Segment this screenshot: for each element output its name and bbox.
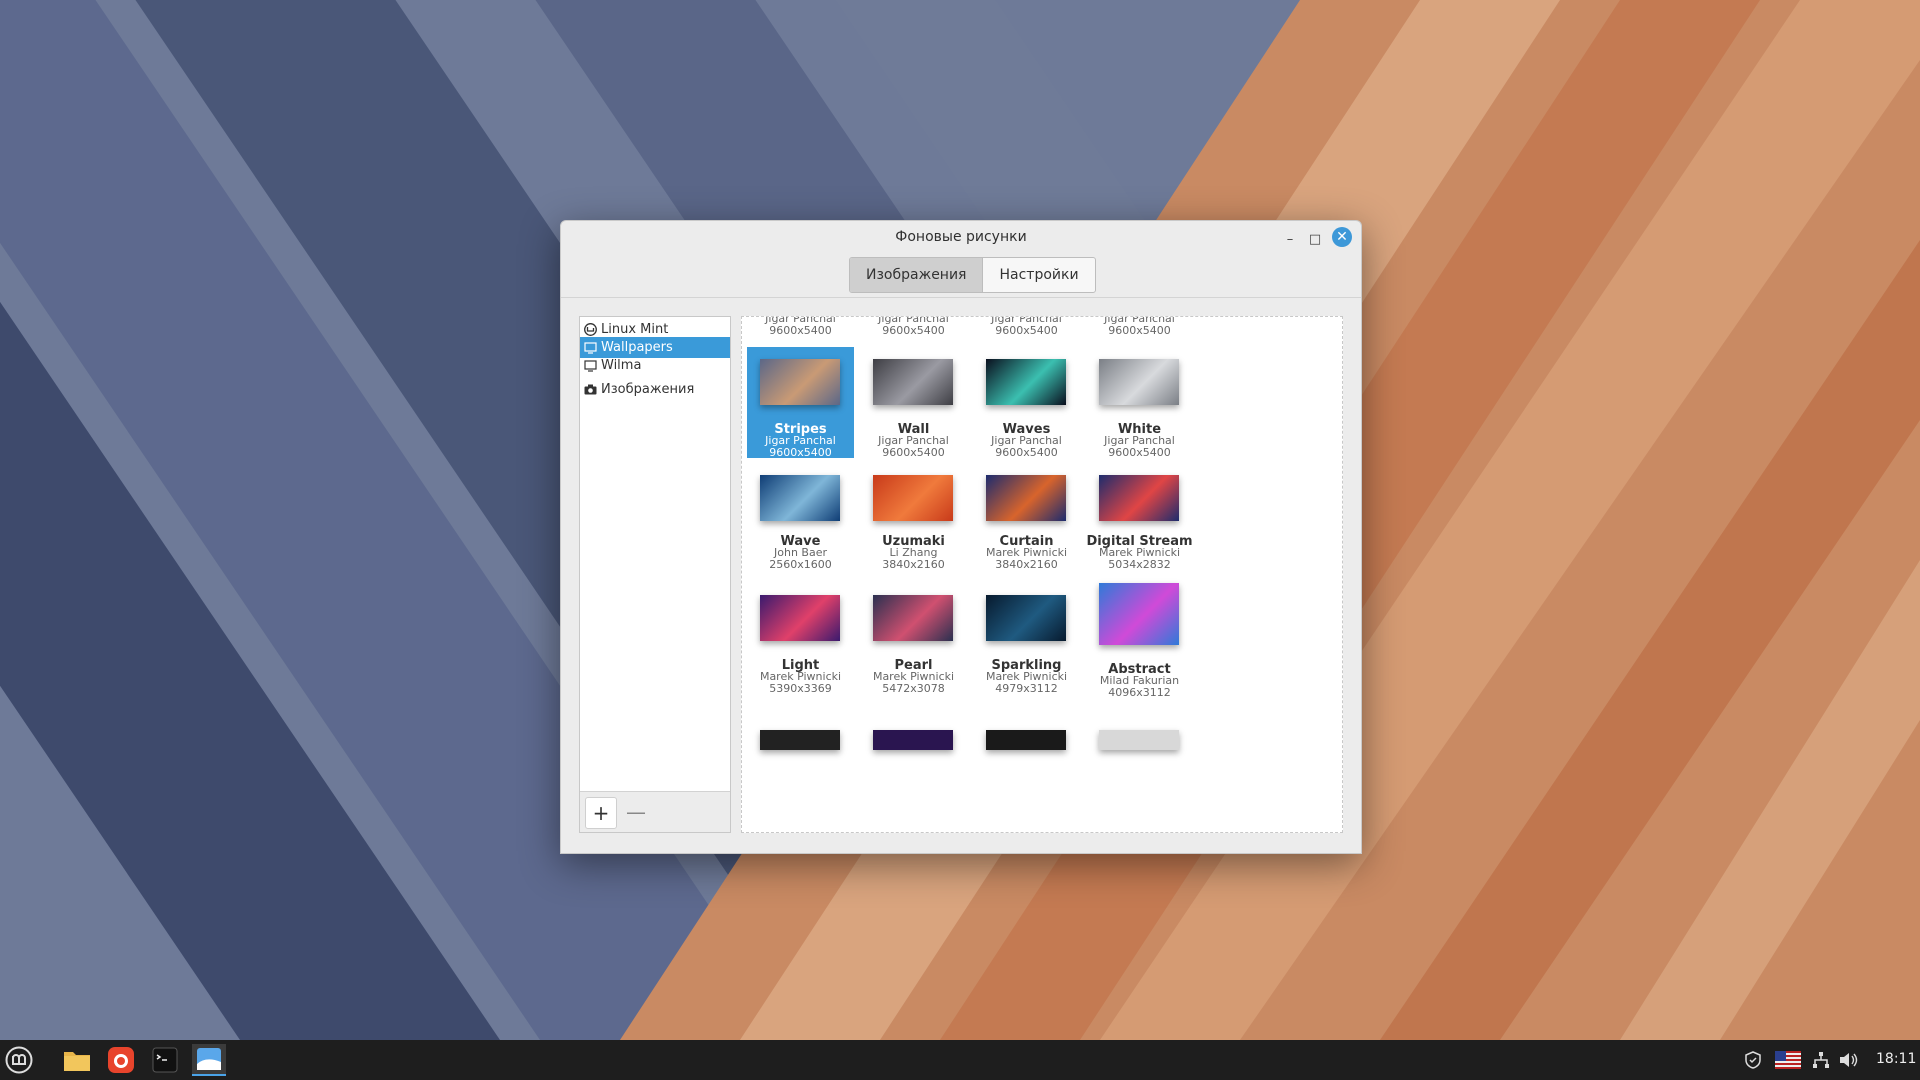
wallpaper-thumbnail [760,595,840,641]
add-folder-button[interactable]: + [585,797,617,829]
mint-logo-icon [583,323,597,337]
menu-icon[interactable] [2,1044,36,1076]
files-icon[interactable] [60,1044,94,1076]
window-title: Фоновые рисунки [895,229,1027,245]
sidebar-item-images[interactable]: Изображения [580,379,730,400]
us-flag-icon[interactable] [1775,1040,1801,1080]
wallpaper-thumbnail [873,475,953,521]
wallpaper-resolution: 3840x2160 [995,558,1058,571]
monitor-icon [583,341,597,355]
wallpaper-resolution: 4979x3112 [995,682,1058,695]
wallpaper-tile[interactable]: Sparkling Marek Piwnicki 4979x3112 [973,583,1080,695]
wallpaper-tile[interactable]: Stripes Jigar Panchal 9600x5400 [747,347,854,459]
monitor-icon [583,359,597,373]
wallpaper-thumbnail [873,359,953,405]
titlebar[interactable]: Фоновые рисунки – □ ✕ [561,221,1361,257]
close-button[interactable]: ✕ [1332,227,1352,247]
taskbar: 18:11 [0,1040,1920,1080]
wallpaper-thumbnail[interactable] [986,730,1066,750]
wallpaper-window: Фоновые рисунки – □ ✕ Изображения Настро… [560,220,1362,854]
tile-resolution: 9600x5400 [882,324,945,337]
tile-resolution: 9600x5400 [769,324,832,337]
wallpaper-thumbnail[interactable] [760,730,840,750]
tile-resolution: 9600x5400 [995,324,1058,337]
wallpaper-resolution: 9600x5400 [769,446,832,459]
camera-icon [583,383,597,397]
wallpaper-thumbnail [986,475,1066,521]
sidebar-item-label: Wilma [601,358,642,373]
wallpaper-resolution: 3840x2160 [882,558,945,571]
tab-settings[interactable]: Настройки [983,258,1094,292]
folder-list: Linux Mint Wallpapers Wilma Изображения … [579,316,731,833]
sidebar-item-label: Изображения [601,382,695,397]
wallpaper-tile[interactable]: Wall Jigar Panchal 9600x5400 [860,347,967,459]
volume-icon[interactable] [1838,1040,1858,1080]
wallpaper-resolution: 9600x5400 [995,446,1058,459]
wallpaper-thumbnail [873,595,953,641]
wallpaper-thumbnail [986,359,1066,405]
wallpaper-resolution: 2560x1600 [769,558,832,571]
sidebar-item-wilma[interactable]: Wilma [580,355,730,376]
wallpaper-tile[interactable]: Wave John Baer 2560x1600 [747,463,854,574]
wallpaper-grid: Jigar Panchal 9600x5400 Jigar Panchal 9600x… [741,316,1343,833]
minimize-button[interactable]: – [1279,228,1301,250]
tab-bar: Изображения Настройки [849,257,1096,293]
sidebar-toolbar: + — [580,791,730,832]
wallpaper-thumbnail [760,475,840,521]
wallpaper-thumbnail [986,595,1066,641]
remove-folder-button[interactable]: — [621,797,651,827]
wallpaper-resolution: 9600x5400 [882,446,945,459]
wallpaper-resolution: 5390x3369 [769,682,832,695]
shield-icon[interactable] [1744,1040,1762,1080]
maximize-button[interactable]: □ [1304,228,1326,250]
wallpaper-tile[interactable]: Abstract Milad Fakurian 4096x3112 [1086,583,1193,699]
wallpaper-thumbnail [760,359,840,405]
network-icon[interactable] [1812,1040,1830,1080]
wallpaper-thumbnail[interactable] [873,730,953,750]
wallpaper-tile[interactable]: Curtain Marek Piwnicki 3840x2160 [973,463,1080,574]
wallpaper-thumbnail [1099,475,1179,521]
wallpaper-tile[interactable]: Digital Stream Marek Piwnicki 5034x2832 [1086,463,1193,574]
wallpaper-thumbnail[interactable] [1099,730,1179,750]
wallpaper-resolution: 4096x3112 [1108,686,1171,699]
terminal-icon[interactable] [148,1044,182,1076]
wallpaper-thumbnail [1099,583,1179,645]
tile-resolution: 9600x5400 [1108,324,1171,337]
wallpaper-thumbnail [1099,359,1179,405]
tab-images[interactable]: Изображения [850,258,984,292]
divider [561,297,1361,298]
clock[interactable]: 18:11 [1876,1051,1916,1067]
wallpaper-tile[interactable]: White Jigar Panchal 9600x5400 [1086,347,1193,459]
wallpaper-tile[interactable]: Light Marek Piwnicki 5390x3369 [747,583,854,695]
wallpaper-tile[interactable]: Waves Jigar Panchal 9600x5400 [973,347,1080,459]
wallpaper-tile[interactable]: Pearl Marek Piwnicki 5472x3078 [860,583,967,695]
wallpaper-resolution: 5034x2832 [1108,558,1171,571]
firefox-icon[interactable] [104,1044,138,1076]
wallpaper-app-icon[interactable] [192,1044,226,1076]
wallpaper-resolution: 9600x5400 [1108,446,1171,459]
wallpaper-resolution: 5472x3078 [882,682,945,695]
wallpaper-tile[interactable]: Uzumaki Li Zhang 3840x2160 [860,463,967,574]
